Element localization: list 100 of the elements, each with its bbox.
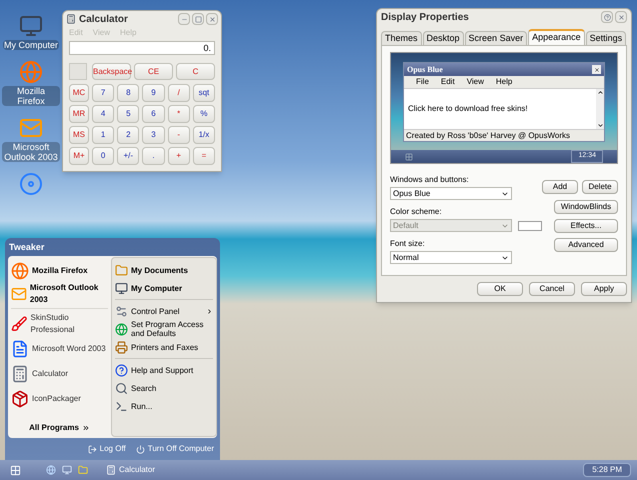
calculator-key[interactable]: 3 bbox=[142, 126, 165, 144]
calculator-key[interactable]: - bbox=[168, 126, 190, 144]
folder-icon[interactable] bbox=[78, 465, 88, 475]
preview-text: Click here to download free skins! bbox=[407, 103, 529, 115]
maximize-icon bbox=[194, 16, 202, 22]
tab[interactable]: Appearance bbox=[528, 29, 585, 45]
calculator-key[interactable]: 2 bbox=[117, 126, 140, 144]
calculator-key[interactable]: 5 bbox=[117, 105, 140, 123]
calculator-key[interactable]: C bbox=[176, 63, 215, 80]
calculator-key[interactable]: / bbox=[168, 84, 190, 102]
dialog-button[interactable]: WindowBlinds bbox=[554, 200, 618, 214]
calculator-key[interactable]: sqt bbox=[192, 84, 215, 102]
windows-logo-icon bbox=[10, 464, 20, 476]
start-menu-item[interactable]: Control Panel bbox=[115, 302, 213, 320]
mail-icon bbox=[11, 285, 27, 303]
dialog-button[interactable]: OK bbox=[477, 282, 523, 296]
close-button[interactable] bbox=[615, 11, 627, 23]
monitor-icon[interactable] bbox=[62, 465, 72, 475]
calculator-key[interactable]: 8 bbox=[117, 84, 140, 102]
log-off-icon bbox=[88, 444, 97, 454]
desktop-icon-label[interactable]: Microsoft Outlook 2003 bbox=[2, 142, 60, 162]
globe-icon bbox=[11, 262, 29, 280]
dialog-button[interactable]: Delete bbox=[582, 180, 618, 194]
calculator-key[interactable]: 6 bbox=[142, 105, 165, 123]
calculator-key[interactable]: + bbox=[168, 147, 190, 165]
calculator-key[interactable]: 9 bbox=[142, 84, 165, 102]
preview-window-title: Opus Blue bbox=[407, 64, 443, 76]
dialog-button[interactable]: Advanced bbox=[554, 238, 618, 252]
tab[interactable]: Screen Saver bbox=[464, 31, 528, 45]
minimize-button[interactable] bbox=[178, 13, 190, 25]
dialog-button[interactable]: Apply bbox=[581, 282, 627, 296]
settings-icon bbox=[115, 304, 128, 318]
tab[interactable]: Settings bbox=[586, 31, 626, 45]
help-button[interactable] bbox=[601, 11, 613, 23]
field-label: Font size: bbox=[390, 238, 426, 250]
start-menu-item[interactable]: My Computer bbox=[115, 279, 213, 297]
terminal-icon bbox=[115, 400, 128, 412]
start-menu-item[interactable]: SkinStudio Professional bbox=[11, 311, 108, 336]
desktop-icon-label[interactable]: My Computer bbox=[2, 40, 59, 50]
dropdown-field[interactable]: Opus Blue bbox=[390, 187, 512, 200]
folder-icon bbox=[115, 264, 128, 276]
disc-icon bbox=[19, 172, 43, 196]
close-icon bbox=[618, 14, 624, 20]
calculator-key[interactable]: M+ bbox=[69, 147, 89, 165]
start-menu-item[interactable]: IconPackager bbox=[11, 386, 108, 411]
start-menu-item[interactable]: Printers and Faxes bbox=[115, 338, 213, 356]
help-icon bbox=[604, 14, 610, 20]
power-icon bbox=[136, 444, 145, 454]
start-menu-item[interactable]: Calculator bbox=[11, 361, 108, 386]
window-title: Display Properties bbox=[381, 10, 469, 24]
calculator-key[interactable]: 1 bbox=[92, 126, 114, 144]
maximize-button[interactable] bbox=[192, 13, 204, 25]
log-off-button[interactable]: Log Off bbox=[88, 443, 126, 455]
start-menu-item[interactable]: Help and Support bbox=[115, 361, 213, 379]
close-icon bbox=[208, 16, 216, 22]
dropdown-field[interactable]: Normal bbox=[390, 251, 512, 264]
dialog-button[interactable]: Effects... bbox=[554, 219, 618, 233]
start-menu-item[interactable]: Search bbox=[115, 379, 213, 397]
calculator-icon bbox=[11, 364, 29, 382]
calculator-key[interactable]: MC bbox=[69, 84, 89, 102]
mail-icon bbox=[19, 116, 43, 140]
calculator-key[interactable]: 1/x bbox=[192, 126, 215, 144]
search-icon bbox=[115, 382, 128, 394]
calculator-key[interactable]: % bbox=[192, 105, 215, 123]
calculator-key[interactable]: * bbox=[168, 105, 190, 123]
calculator-key[interactable]: MR bbox=[69, 105, 89, 123]
field-label: Color scheme: bbox=[390, 206, 443, 218]
start-menu-item[interactable]: Mozilla Firefox bbox=[11, 260, 108, 282]
close-button[interactable] bbox=[206, 13, 218, 25]
windows-logo-icon bbox=[405, 152, 413, 160]
tab[interactable]: Themes bbox=[381, 31, 422, 45]
start-menu-item[interactable]: My Documents bbox=[115, 261, 213, 279]
globe-icon[interactable] bbox=[46, 465, 56, 475]
calculator-key[interactable]: CE bbox=[134, 63, 173, 80]
package-icon bbox=[11, 390, 29, 408]
printer-icon bbox=[115, 340, 128, 354]
tab[interactable]: Desktop bbox=[422, 31, 464, 45]
start-menu-item[interactable]: Microsoft Word 2003 bbox=[11, 336, 108, 361]
scroll-down-icon bbox=[596, 122, 604, 129]
start-menu-item[interactable]: Run... bbox=[115, 397, 213, 415]
all-programs-button[interactable]: All Programs bbox=[29, 422, 90, 434]
dialog-button[interactable]: Add bbox=[542, 180, 578, 194]
desktop-icon-label[interactable]: Mozilla Firefox bbox=[2, 86, 60, 106]
calculator-key[interactable]: = bbox=[192, 147, 215, 165]
document-icon bbox=[11, 340, 29, 358]
monitor-icon bbox=[18, 14, 43, 38]
calculator-key[interactable]: . bbox=[142, 147, 165, 165]
calculator-key[interactable]: MS bbox=[69, 126, 89, 144]
calculator-key[interactable]: 7 bbox=[92, 84, 114, 102]
calculator-key[interactable]: Backspace bbox=[92, 63, 131, 80]
turn-off-button[interactable]: Turn Off Computer bbox=[136, 443, 214, 455]
status-text: Created by Ross 'b0se' Harvey @ OpusWorks bbox=[405, 130, 571, 141]
dialog-button[interactable]: Cancel bbox=[529, 282, 575, 296]
double-arrow-icon bbox=[82, 424, 90, 432]
start-menu-item[interactable]: Set Program Access and Defaults bbox=[115, 320, 213, 338]
calculator-key[interactable]: +/- bbox=[117, 147, 140, 165]
start-menu-item[interactable]: Microsoft Outlook 2003 bbox=[11, 282, 108, 306]
calculator-key[interactable]: 0 bbox=[92, 147, 114, 165]
calculator-key[interactable]: 4 bbox=[92, 105, 114, 123]
color-picker[interactable] bbox=[518, 221, 542, 231]
